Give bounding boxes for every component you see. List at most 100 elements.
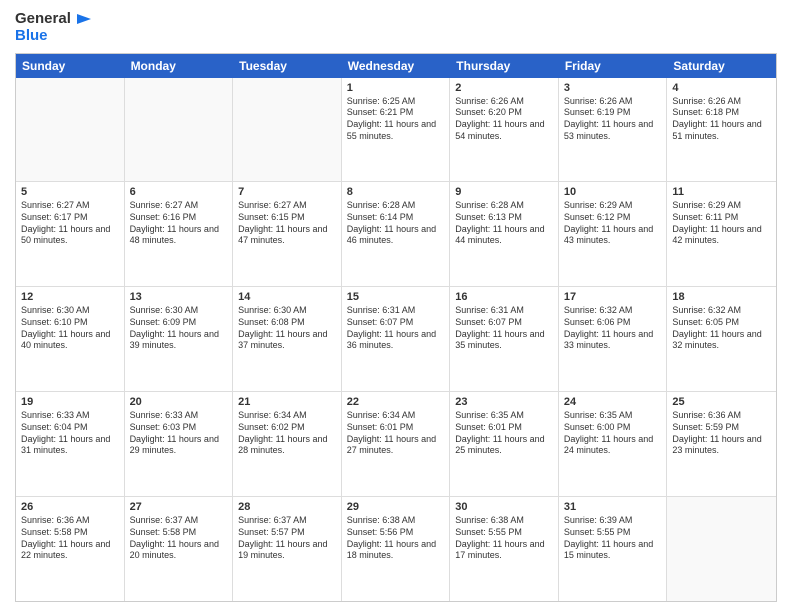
day-info: Sunrise: 6:27 AM Sunset: 6:16 PM Dayligh… <box>130 200 228 247</box>
day-info: Sunrise: 6:39 AM Sunset: 5:55 PM Dayligh… <box>564 515 662 562</box>
day-number: 17 <box>564 291 662 303</box>
day-number: 16 <box>455 291 553 303</box>
day-number: 27 <box>130 501 228 513</box>
calendar-week-3: 19 Sunrise: 6:33 AM Sunset: 6:04 PM Dayli… <box>16 392 776 497</box>
calendar-day-12: 12 Sunrise: 6:30 AM Sunset: 6:10 PM Dayli… <box>16 287 125 391</box>
logo-arrow-icon <box>73 10 91 28</box>
calendar-header: SundayMondayTuesdayWednesdayThursdayFrid… <box>16 54 776 78</box>
day-info: Sunrise: 6:33 AM Sunset: 6:04 PM Dayligh… <box>21 410 119 457</box>
day-number: 11 <box>672 186 771 198</box>
day-info: Sunrise: 6:37 AM Sunset: 5:57 PM Dayligh… <box>238 515 336 562</box>
day-info: Sunrise: 6:25 AM Sunset: 6:21 PM Dayligh… <box>347 96 445 143</box>
calendar-week-4: 26Sunrise: 6:36 AM Sunset: 5:58 PM Dayli… <box>16 497 776 601</box>
calendar-day-16: 16 Sunrise: 6:31 AM Sunset: 6:07 PM Dayli… <box>450 287 559 391</box>
calendar-day-15: 15 Sunrise: 6:31 AM Sunset: 6:07 PM Dayli… <box>342 287 451 391</box>
day-number: 26 <box>21 501 119 513</box>
calendar-body: 1 Sunrise: 6:25 AM Sunset: 6:21 PM Daylig… <box>16 78 776 602</box>
day-number: 21 <box>238 396 336 408</box>
day-info: Sunrise: 6:34 AM Sunset: 6:01 PM Dayligh… <box>347 410 445 457</box>
calendar-day-23: 23 Sunrise: 6:35 AM Sunset: 6:01 PM Dayli… <box>450 392 559 496</box>
day-number: 10 <box>564 186 662 198</box>
day-number: 1 <box>347 82 445 94</box>
day-number: 13 <box>130 291 228 303</box>
calendar-day-4: 4 Sunrise: 6:26 AM Sunset: 6:18 PM Daylig… <box>667 78 776 182</box>
calendar-day-3: 3Sunrise: 6:26 AM Sunset: 6:19 PM Daylig… <box>559 78 668 182</box>
calendar-day-18: 18 Sunrise: 6:32 AM Sunset: 6:05 PM Dayli… <box>667 287 776 391</box>
day-number: 12 <box>21 291 119 303</box>
calendar-day-22: 22Sunrise: 6:34 AM Sunset: 6:01 PM Dayli… <box>342 392 451 496</box>
logo-general: General <box>15 11 71 28</box>
day-info: Sunrise: 6:29 AM Sunset: 6:11 PM Dayligh… <box>672 200 771 247</box>
day-number: 23 <box>455 396 553 408</box>
calendar-day-5: 5 Sunrise: 6:27 AM Sunset: 6:17 PM Daylig… <box>16 182 125 286</box>
calendar-day-29: 29Sunrise: 6:38 AM Sunset: 5:56 PM Dayli… <box>342 497 451 601</box>
day-number: 29 <box>347 501 445 513</box>
calendar-week-1: 5 Sunrise: 6:27 AM Sunset: 6:17 PM Daylig… <box>16 182 776 287</box>
calendar-week-0: 1 Sunrise: 6:25 AM Sunset: 6:21 PM Daylig… <box>16 78 776 183</box>
calendar-day-19: 19 Sunrise: 6:33 AM Sunset: 6:04 PM Dayli… <box>16 392 125 496</box>
header-day-saturday: Saturday <box>667 54 776 78</box>
calendar-day-14: 14 Sunrise: 6:30 AM Sunset: 6:08 PM Dayli… <box>233 287 342 391</box>
calendar-day-24: 24 Sunrise: 6:35 AM Sunset: 6:00 PM Dayli… <box>559 392 668 496</box>
day-info: Sunrise: 6:32 AM Sunset: 6:05 PM Dayligh… <box>672 305 771 352</box>
day-info: Sunrise: 6:27 AM Sunset: 6:15 PM Dayligh… <box>238 200 336 247</box>
day-number: 9 <box>455 186 553 198</box>
day-info: Sunrise: 6:28 AM Sunset: 6:14 PM Dayligh… <box>347 200 445 247</box>
day-info: Sunrise: 6:30 AM Sunset: 6:10 PM Dayligh… <box>21 305 119 352</box>
calendar-day-8: 8 Sunrise: 6:28 AM Sunset: 6:14 PM Daylig… <box>342 182 451 286</box>
day-info: Sunrise: 6:35 AM Sunset: 6:01 PM Dayligh… <box>455 410 553 457</box>
calendar-day-31: 31 Sunrise: 6:39 AM Sunset: 5:55 PM Dayli… <box>559 497 668 601</box>
calendar: SundayMondayTuesdayWednesdayThursdayFrid… <box>15 53 777 603</box>
day-number: 18 <box>672 291 771 303</box>
calendar-day-27: 27Sunrise: 6:37 AM Sunset: 5:58 PM Dayli… <box>125 497 234 601</box>
header-day-sunday: Sunday <box>16 54 125 78</box>
page-container: General Blue SundayMondayTuesdayWednesda… <box>0 0 792 612</box>
day-info: Sunrise: 6:26 AM Sunset: 6:20 PM Dayligh… <box>455 96 553 143</box>
calendar-day-empty <box>16 78 125 182</box>
logo-text: General Blue <box>15 10 91 45</box>
calendar-day-empty <box>233 78 342 182</box>
day-info: Sunrise: 6:30 AM Sunset: 6:08 PM Dayligh… <box>238 305 336 352</box>
day-info: Sunrise: 6:27 AM Sunset: 6:17 PM Dayligh… <box>21 200 119 247</box>
calendar-day-1: 1 Sunrise: 6:25 AM Sunset: 6:21 PM Daylig… <box>342 78 451 182</box>
calendar-day-11: 11 Sunrise: 6:29 AM Sunset: 6:11 PM Dayli… <box>667 182 776 286</box>
calendar-week-2: 12 Sunrise: 6:30 AM Sunset: 6:10 PM Dayli… <box>16 287 776 392</box>
day-number: 3 <box>564 82 662 94</box>
day-number: 7 <box>238 186 336 198</box>
day-info: Sunrise: 6:34 AM Sunset: 6:02 PM Dayligh… <box>238 410 336 457</box>
day-number: 6 <box>130 186 228 198</box>
calendar-day-6: 6 Sunrise: 6:27 AM Sunset: 6:16 PM Daylig… <box>125 182 234 286</box>
day-number: 28 <box>238 501 336 513</box>
day-info: Sunrise: 6:28 AM Sunset: 6:13 PM Dayligh… <box>455 200 553 247</box>
day-number: 20 <box>130 396 228 408</box>
calendar-day-30: 30Sunrise: 6:38 AM Sunset: 5:55 PM Dayli… <box>450 497 559 601</box>
calendar-day-7: 7 Sunrise: 6:27 AM Sunset: 6:15 PM Daylig… <box>233 182 342 286</box>
header-day-friday: Friday <box>559 54 668 78</box>
day-number: 25 <box>672 396 771 408</box>
calendar-day-25: 25 Sunrise: 6:36 AM Sunset: 5:59 PM Dayli… <box>667 392 776 496</box>
day-info: Sunrise: 6:36 AM Sunset: 5:59 PM Dayligh… <box>672 410 771 457</box>
day-number: 2 <box>455 82 553 94</box>
day-number: 31 <box>564 501 662 513</box>
day-number: 30 <box>455 501 553 513</box>
day-info: Sunrise: 6:31 AM Sunset: 6:07 PM Dayligh… <box>455 305 553 352</box>
calendar-day-20: 20Sunrise: 6:33 AM Sunset: 6:03 PM Dayli… <box>125 392 234 496</box>
calendar-day-17: 17 Sunrise: 6:32 AM Sunset: 6:06 PM Dayli… <box>559 287 668 391</box>
calendar-day-9: 9 Sunrise: 6:28 AM Sunset: 6:13 PM Daylig… <box>450 182 559 286</box>
day-number: 19 <box>21 396 119 408</box>
day-number: 15 <box>347 291 445 303</box>
day-number: 5 <box>21 186 119 198</box>
day-number: 14 <box>238 291 336 303</box>
day-info: Sunrise: 6:35 AM Sunset: 6:00 PM Dayligh… <box>564 410 662 457</box>
day-number: 4 <box>672 82 771 94</box>
day-info: Sunrise: 6:31 AM Sunset: 6:07 PM Dayligh… <box>347 305 445 352</box>
calendar-day-empty <box>667 497 776 601</box>
day-number: 24 <box>564 396 662 408</box>
calendar-day-13: 13Sunrise: 6:30 AM Sunset: 6:09 PM Dayli… <box>125 287 234 391</box>
calendar-day-10: 10Sunrise: 6:29 AM Sunset: 6:12 PM Dayli… <box>559 182 668 286</box>
logo-blue: Blue <box>15 28 91 45</box>
calendar-day-26: 26Sunrise: 6:36 AM Sunset: 5:58 PM Dayli… <box>16 497 125 601</box>
day-number: 8 <box>347 186 445 198</box>
day-info: Sunrise: 6:32 AM Sunset: 6:06 PM Dayligh… <box>564 305 662 352</box>
day-info: Sunrise: 6:26 AM Sunset: 6:18 PM Dayligh… <box>672 96 771 143</box>
